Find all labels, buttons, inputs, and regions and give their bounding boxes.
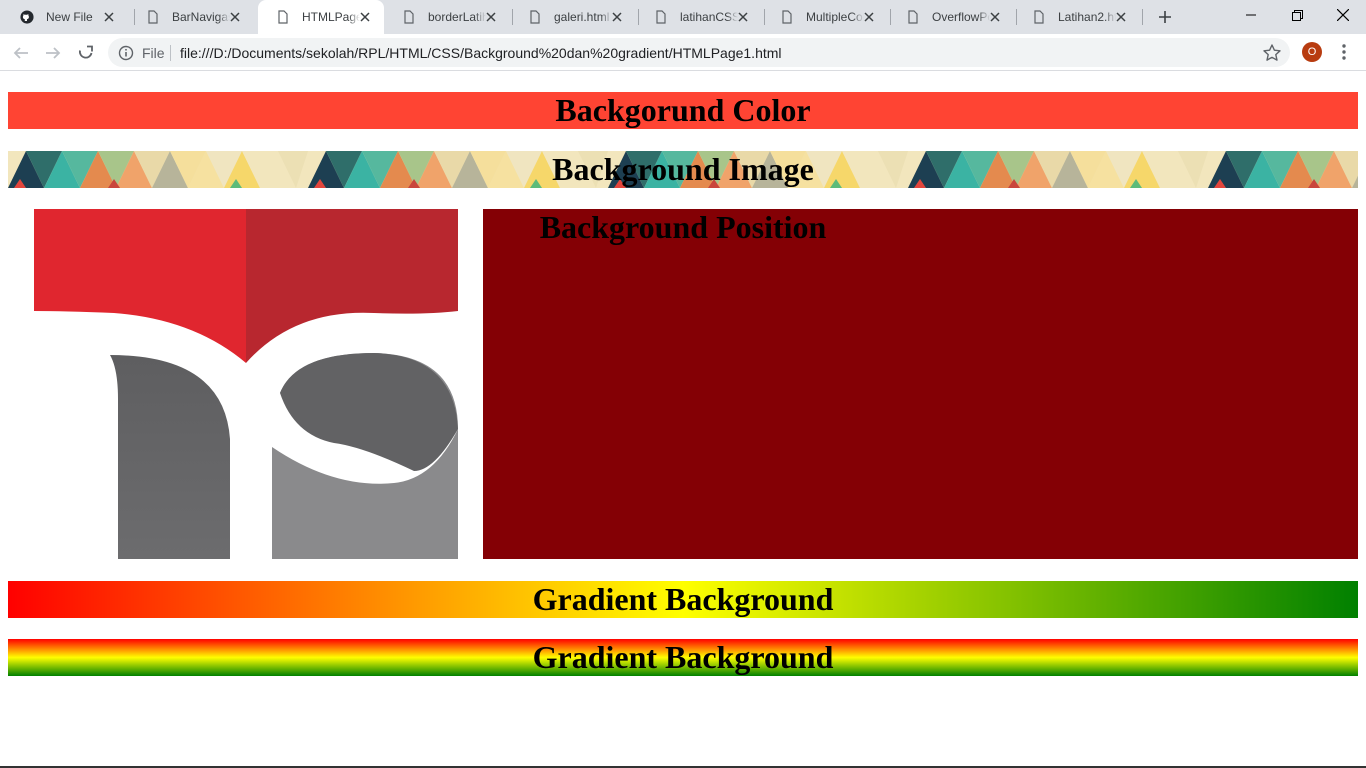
tab-title: New File	[46, 10, 93, 24]
file-icon	[782, 10, 792, 24]
section-background-position: Background Position	[8, 209, 1358, 559]
forward-button[interactable]	[41, 41, 65, 65]
minimize-button[interactable]	[1228, 0, 1274, 30]
reload-icon	[78, 45, 93, 59]
close-icon[interactable]	[484, 10, 498, 24]
file-icon	[278, 10, 288, 24]
heading-background-image: Background Image	[552, 151, 814, 187]
file-icon	[656, 10, 666, 24]
file-icon	[530, 10, 540, 24]
minimize-icon	[1246, 14, 1256, 16]
close-icon[interactable]	[862, 10, 876, 24]
tab-title: Latihan2.html	[1058, 10, 1116, 24]
new-tab-button[interactable]	[1155, 7, 1175, 27]
close-icon[interactable]	[610, 10, 624, 24]
tab-title: galeri.html	[554, 10, 610, 24]
tab-latihan2[interactable]: Latihan2.html	[1014, 0, 1140, 34]
tab-title: BarNavigasi	[172, 10, 230, 24]
close-icon[interactable]	[988, 10, 1002, 24]
close-icon[interactable]	[736, 10, 750, 24]
file-icon	[404, 10, 414, 24]
browser-toolbar: File file:///D:/Documents/sekolah/RPL/HT…	[0, 34, 1366, 71]
page-content: Backgorund Color Background Image Backgr…	[0, 72, 1366, 768]
profile-avatar[interactable]: O	[1302, 42, 1322, 62]
reload-button[interactable]	[74, 41, 98, 65]
tab-barnavigasi[interactable]: BarNavigasi	[128, 0, 254, 34]
restore-icon	[1291, 9, 1303, 21]
tab-title: borderLatihan	[428, 10, 486, 24]
menu-kebab-icon[interactable]	[1336, 42, 1352, 62]
arrow-left-icon	[13, 47, 28, 59]
position-block	[483, 209, 1358, 559]
close-icon	[1337, 9, 1349, 21]
file-icon	[1034, 10, 1044, 24]
tab-htmlpage1[interactable]: HTMLPage1	[258, 0, 384, 34]
file-icon	[148, 10, 158, 24]
heading-gradient-horizontal: Gradient Background	[8, 581, 1358, 618]
close-icon[interactable]	[228, 10, 242, 24]
arrow-right-icon	[46, 47, 61, 59]
tab-title: latihanCSSStyle	[680, 10, 738, 24]
tab-separator	[1142, 9, 1143, 25]
logo-image	[34, 209, 458, 559]
close-icon[interactable]	[102, 10, 116, 24]
url-text[interactable]: file:///D:/Documents/sekolah/RPL/HTML/CS…	[180, 45, 782, 61]
info-icon[interactable]	[118, 45, 134, 61]
tab-borderlatihan[interactable]: borderLatihan	[384, 0, 510, 34]
tab-overflowposition[interactable]: OverflowPosition	[888, 0, 1014, 34]
section-background-image: Background Image	[8, 151, 1358, 188]
tab-title: MultipleColumn	[806, 10, 864, 24]
file-icon	[908, 10, 918, 24]
back-button[interactable]	[9, 41, 33, 65]
heading-background-color: Backgorund Color	[8, 92, 1358, 129]
close-window-button[interactable]	[1320, 0, 1366, 30]
tab-new-file[interactable]: New File	[2, 0, 128, 34]
close-icon[interactable]	[1114, 10, 1128, 24]
heading-background-position: Background Position	[539, 209, 827, 245]
tab-galeri[interactable]: galeri.html	[510, 0, 636, 34]
address-bar[interactable]: File file:///D:/Documents/sekolah/RPL/HT…	[108, 38, 1290, 67]
heading-gradient-vertical: Gradient Background	[8, 639, 1358, 676]
plus-icon	[1159, 11, 1171, 23]
tab-latihancssstyle[interactable]: latihanCSSStyle	[636, 0, 762, 34]
close-icon[interactable]	[358, 10, 372, 24]
bookmark-star-icon[interactable]	[1262, 43, 1282, 63]
tab-strip: New File BarNavigasi HTMLPage1 borderLat…	[0, 0, 1366, 34]
tab-title: OverflowPosition	[932, 10, 990, 24]
tab-multiplecolumn[interactable]: MultipleColumn	[762, 0, 888, 34]
divider	[170, 45, 171, 61]
restore-button[interactable]	[1274, 0, 1320, 30]
github-icon	[20, 10, 34, 24]
tab-title: HTMLPage1	[302, 10, 360, 24]
scheme-label: File	[142, 45, 165, 61]
